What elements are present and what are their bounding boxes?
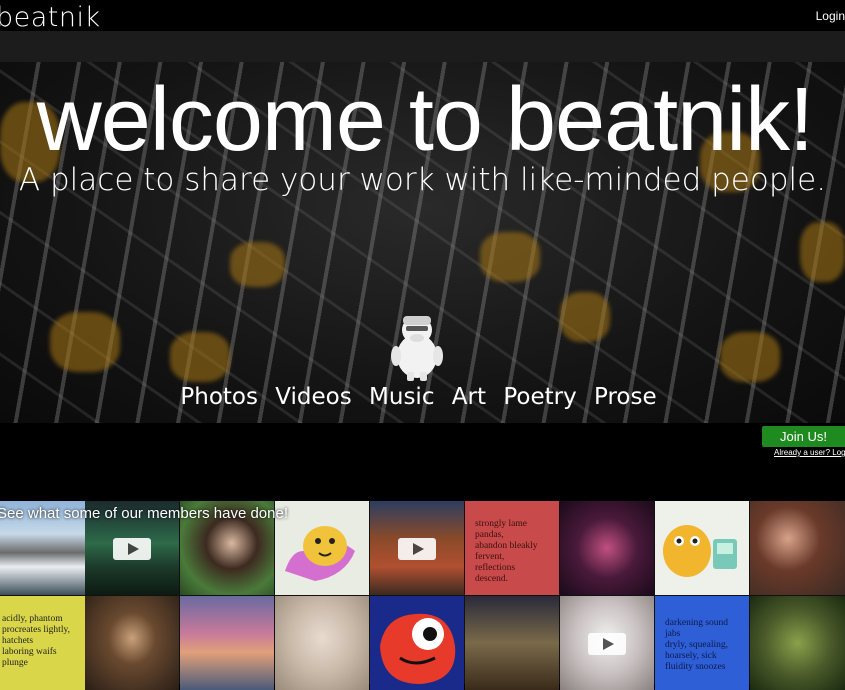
hero-bg-shape (50, 312, 120, 372)
join-button[interactable]: Join Us! (762, 426, 845, 447)
category-music[interactable]: Music (369, 384, 434, 410)
play-icon[interactable] (113, 538, 151, 560)
cartoon-dog-icon (285, 526, 355, 581)
category-videos[interactable]: Videos (275, 384, 351, 410)
gallery-tile-painting[interactable] (85, 596, 179, 690)
gallery-tile-city-video[interactable] (370, 501, 464, 595)
category-art[interactable]: Art (452, 384, 486, 410)
gallery-tile-creature[interactable] (750, 596, 845, 690)
gallery-tile-poem-2[interactable]: acidly, phantom procreates lightly, hatc… (0, 596, 94, 690)
play-icon[interactable] (398, 538, 436, 560)
gallery-tile-bw-video[interactable] (560, 596, 654, 690)
gallery-tile-jake-bmo[interactable] (655, 501, 749, 595)
gallery-tile-cartoon-dog[interactable] (275, 501, 369, 595)
top-bar: beatnik Login (0, 0, 845, 33)
hero-bg-shape (480, 232, 540, 282)
hero-bg-shape (720, 332, 780, 382)
red-monster-icon (380, 613, 456, 684)
gallery-tile-poem-3[interactable]: darkening sound jabs dryly, squealing, h… (655, 596, 749, 690)
poem-text: acidly, phantom procreates lightly, hatc… (2, 614, 70, 668)
gallery-tile-poem-1[interactable]: strongly lame pandas, abandon bleakly fe… (465, 501, 559, 595)
mascot-icon (391, 316, 443, 381)
hero-bg-shape (560, 292, 610, 342)
gallery-title: See what some of our members have done! (0, 505, 288, 522)
gallery-tile-woman-photo[interactable] (750, 501, 845, 595)
category-prose[interactable]: Prose (594, 384, 657, 410)
login-link[interactable]: Login (816, 9, 845, 23)
gallery-tile-sunset[interactable] (180, 596, 274, 690)
site-logo[interactable]: beatnik (0, 2, 101, 33)
category-photos[interactable]: Photos (180, 384, 258, 410)
hero-bg-shape (800, 222, 845, 282)
poem-text: darkening sound jabs dryly, squealing, h… (665, 618, 729, 672)
hero-banner: welcome to beatnik! A place to share you… (0, 62, 845, 423)
gallery-tile-monster[interactable] (370, 596, 464, 690)
hero-bg-shape (230, 242, 285, 287)
already-user-login-link[interactable]: Already a user? Login (774, 448, 845, 457)
hero-bg-shape (170, 332, 230, 382)
poem-text: strongly lame pandas, abandon bleakly fe… (475, 519, 538, 584)
category-poetry[interactable]: Poetry (503, 384, 576, 410)
hero-title: welcome to beatnik! (36, 70, 814, 170)
category-links: Photos Videos Music Art Poetry Prose (0, 384, 837, 410)
hero-subtitle: A place to share your work with like-min… (18, 162, 827, 198)
cta-bar (0, 423, 845, 501)
cartoon-characters-icon (663, 525, 737, 577)
gallery-tile-concert[interactable] (560, 501, 654, 595)
gallery-tile-cathedral[interactable] (465, 596, 559, 690)
gallery-tile-girl-photo[interactable] (275, 596, 369, 690)
sub-bar (0, 31, 845, 62)
play-icon[interactable] (588, 633, 626, 655)
member-gallery: strongly lame pandas, abandon bleakly fe… (0, 501, 845, 690)
